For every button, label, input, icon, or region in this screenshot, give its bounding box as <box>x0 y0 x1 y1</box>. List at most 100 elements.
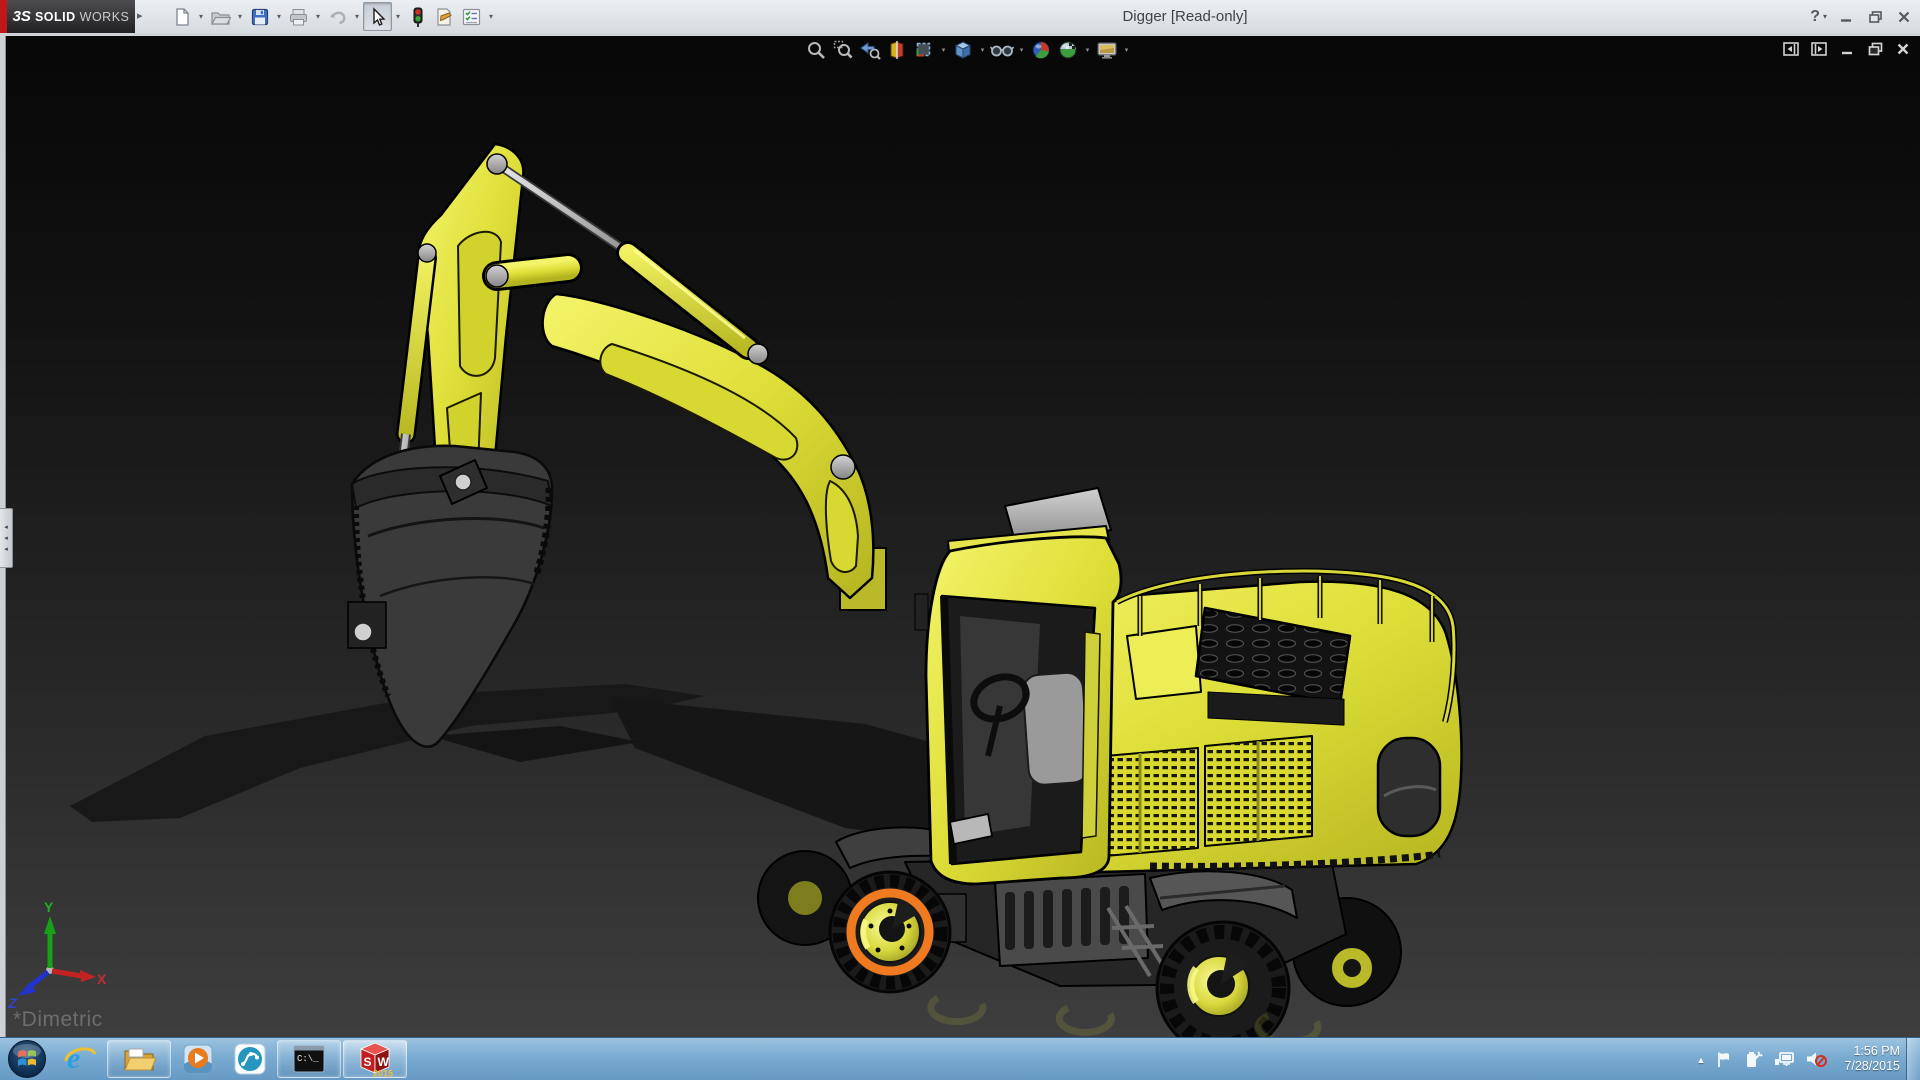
caret-down-icon[interactable] <box>978 38 987 62</box>
caret-down-icon[interactable] <box>195 3 207 30</box>
new-document-button[interactable] <box>168 3 195 30</box>
caret-down-icon[interactable] <box>1017 38 1026 62</box>
taskbar-solidworks[interactable]: S W 2015 <box>343 1040 407 1078</box>
show-hidden-icons-button[interactable] <box>1696 1050 1705 1068</box>
cab[interactable] <box>915 488 1121 884</box>
eyeglasses-icon <box>990 40 1014 60</box>
app-titlebar: 3S SOLIDWORKS <box>0 0 1920 36</box>
caret-down-icon[interactable] <box>1823 12 1827 21</box>
arrow-left-icon <box>4 545 8 553</box>
pin <box>455 474 471 490</box>
taskbar-media-player[interactable] <box>172 1039 224 1079</box>
reference-triad[interactable]: Y X Z <box>7 899 107 1011</box>
show-desktop-button[interactable] <box>1906 1038 1920 1080</box>
select-tool-button[interactable] <box>363 2 392 31</box>
start-button[interactable] <box>0 1039 54 1079</box>
caret-down-icon[interactable] <box>234 3 246 30</box>
caret-down-icon[interactable] <box>351 3 363 30</box>
zoom-to-area-button[interactable] <box>831 38 855 62</box>
x-axis <box>52 971 82 976</box>
caret-down-icon[interactable] <box>1122 38 1131 62</box>
dipper-cylinder[interactable] <box>406 258 427 434</box>
print-button[interactable] <box>285 3 312 30</box>
pin[interactable] <box>748 344 768 364</box>
graphics-viewport[interactable]: Y X Z <box>0 36 1920 1038</box>
apply-scene-icon <box>1058 40 1078 60</box>
file-properties-button[interactable] <box>431 3 458 30</box>
file-properties-icon <box>434 7 455 27</box>
view-orientation-button[interactable] <box>912 38 936 62</box>
open-file-button[interactable] <box>207 3 234 30</box>
options-button[interactable] <box>458 3 485 30</box>
minimize-button[interactable] <box>1836 7 1856 27</box>
network-icon[interactable] <box>1774 1051 1794 1068</box>
view-settings-icon <box>1096 40 1118 60</box>
blue-circle-app-icon <box>233 1042 267 1076</box>
caret-down-icon[interactable] <box>392 3 404 30</box>
pane-right-button[interactable] <box>1810 40 1828 58</box>
appearance-ball-icon <box>1031 40 1051 60</box>
help-button[interactable]: ? <box>1810 8 1820 26</box>
taskbar-internet-explorer[interactable]: e <box>54 1039 106 1079</box>
undo-button[interactable] <box>324 3 351 30</box>
clock-time: 1:56 PM <box>1844 1044 1900 1059</box>
taskbar-windows-explorer[interactable] <box>107 1040 171 1078</box>
caret-down-icon[interactable] <box>485 3 497 30</box>
caret-down-icon[interactable] <box>312 3 324 30</box>
panel-collapse-tab[interactable] <box>0 508 13 568</box>
previous-view-button[interactable] <box>858 38 882 62</box>
volume-muted-icon[interactable] <box>1805 1050 1827 1068</box>
y-axis-label: Y <box>44 899 54 915</box>
zoom-to-fit-button[interactable] <box>804 38 828 62</box>
seat <box>1022 672 1090 786</box>
section-view-icon <box>887 40 907 60</box>
menu-flyout-arrow-icon[interactable] <box>137 8 147 24</box>
printer-icon <box>288 7 309 27</box>
pin[interactable] <box>831 455 855 479</box>
caret-down-icon[interactable] <box>273 3 285 30</box>
view-orientation-label: *Dimetric <box>13 1008 103 1032</box>
traffic-light-icon <box>411 6 425 28</box>
arrow-left-icon <box>4 534 8 542</box>
taskbar-clock[interactable]: 1:56 PM 7/28/2015 <box>1844 1044 1900 1074</box>
close-document-button[interactable] <box>1894 40 1912 58</box>
display-style-button[interactable] <box>951 38 975 62</box>
open-folder-icon <box>210 7 231 27</box>
pin[interactable] <box>487 154 507 174</box>
svg-text:e: e <box>67 1042 80 1075</box>
save-button[interactable] <box>246 3 273 30</box>
taskbar-command-prompt[interactable]: C:\_ <box>277 1040 341 1078</box>
taskbar-blue-circle-app[interactable] <box>224 1039 276 1079</box>
section-view-button[interactable] <box>885 38 909 62</box>
close-button[interactable] <box>1894 7 1914 27</box>
zoom-to-area-icon <box>833 40 853 60</box>
edit-appearance-button[interactable] <box>1029 38 1053 62</box>
minimize-document-button[interactable] <box>1838 40 1856 58</box>
boom-upper-arm[interactable] <box>543 294 874 598</box>
undo-arrow-icon <box>327 7 348 27</box>
excavator-model[interactable] <box>348 144 1461 1038</box>
pin[interactable] <box>486 265 508 287</box>
restore-document-button[interactable] <box>1866 40 1884 58</box>
arrow-left-icon <box>4 523 8 531</box>
caret-down-icon[interactable] <box>939 38 948 62</box>
rear-wheel[interactable] <box>1157 922 1289 1038</box>
options-list-icon <box>461 7 482 27</box>
brand-bold: SOLID <box>35 10 76 24</box>
view-settings-button[interactable] <box>1095 38 1119 62</box>
restore-button[interactable] <box>1865 7 1885 27</box>
previous-view-icon <box>859 40 881 60</box>
hide-show-items-button[interactable] <box>990 38 1014 62</box>
internet-explorer-icon: e <box>62 1041 98 1077</box>
quick-access-toolbar <box>168 3 497 30</box>
pane-left-button[interactable] <box>1782 40 1800 58</box>
action-center-flag-icon[interactable] <box>1716 1051 1733 1068</box>
pin[interactable] <box>418 244 436 262</box>
rebuild-button[interactable] <box>404 3 431 30</box>
power-plug-icon[interactable] <box>1744 1050 1763 1068</box>
solidworks-logo[interactable]: 3S SOLIDWORKS <box>7 0 135 33</box>
folder-explorer-icon <box>122 1043 156 1075</box>
caret-down-icon[interactable] <box>1083 38 1092 62</box>
sw-year: 2015 <box>373 1069 393 1079</box>
apply-scene-button[interactable] <box>1056 38 1080 62</box>
